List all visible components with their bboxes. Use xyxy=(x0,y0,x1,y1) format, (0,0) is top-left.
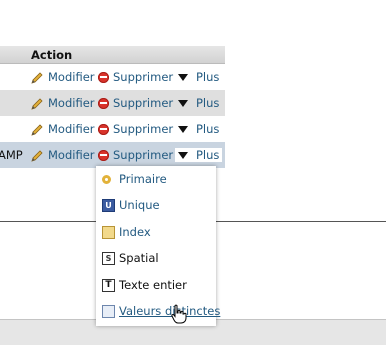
index-icon xyxy=(102,225,115,239)
table-row: Modifier Supprimer Plus xyxy=(0,64,225,90)
modify-label: Modifier xyxy=(48,122,95,136)
modify-label: Modifier xyxy=(48,148,95,162)
menu-item-label: Index xyxy=(119,225,151,239)
menu-item-fulltext[interactable]: T Texte entier xyxy=(102,278,187,292)
pencil-icon xyxy=(31,123,43,136)
table-header: Action xyxy=(0,46,225,64)
more-dropdown[interactable]: Plus xyxy=(175,148,223,162)
modify-link[interactable]: Modifier xyxy=(31,122,95,136)
pencil-icon xyxy=(31,97,43,110)
delete-link[interactable]: Supprimer xyxy=(98,122,173,136)
delete-link[interactable]: Supprimer xyxy=(98,96,173,110)
menu-item-spatial[interactable]: S Spatial xyxy=(102,251,159,265)
modify-label: Modifier xyxy=(48,96,95,110)
more-label: Plus xyxy=(196,96,220,110)
more-label: Plus xyxy=(196,122,220,136)
delete-label: Supprimer xyxy=(113,122,174,136)
table-row: Modifier Supprimer Plus xyxy=(0,116,225,142)
delete-icon xyxy=(98,149,109,161)
key-icon xyxy=(102,174,111,184)
pencil-icon xyxy=(31,71,43,84)
fulltext-icon: T xyxy=(102,278,115,292)
delete-icon xyxy=(98,123,109,135)
more-dropdown[interactable]: Plus xyxy=(178,122,219,136)
menu-item-label: Spatial xyxy=(119,251,159,265)
menu-item-primary[interactable]: Primaire xyxy=(102,172,167,186)
modify-link[interactable]: Modifier xyxy=(31,70,95,84)
pencil-icon xyxy=(31,149,43,162)
distinct-values-icon xyxy=(102,304,115,318)
menu-item-label: Texte entier xyxy=(119,278,187,292)
menu-item-distinct-values[interactable]: Valeurs distinctes xyxy=(102,304,220,318)
delete-label: Supprimer xyxy=(113,148,174,162)
menu-item-label: Primaire xyxy=(119,172,167,186)
more-label: Plus xyxy=(196,70,220,84)
delete-link[interactable]: Supprimer xyxy=(98,148,173,162)
modify-label: Modifier xyxy=(48,70,95,84)
dropdown-arrow-icon xyxy=(178,73,188,81)
table-row: Modifier Supprimer Plus xyxy=(0,90,225,116)
spatial-icon: S xyxy=(102,251,115,265)
modify-link[interactable]: Modifier xyxy=(31,148,95,162)
menu-item-label: Unique xyxy=(119,198,160,212)
menu-item-index[interactable]: Index xyxy=(102,225,151,239)
delete-label: Supprimer xyxy=(113,70,174,84)
delete-label: Supprimer xyxy=(113,96,174,110)
row-lead-text: AMP xyxy=(0,148,23,162)
delete-icon xyxy=(98,97,109,109)
more-dropdown[interactable]: Plus xyxy=(178,70,219,84)
more-label: Plus xyxy=(196,148,220,162)
dropdown-arrow-icon xyxy=(178,125,188,133)
modify-link[interactable]: Modifier xyxy=(31,96,95,110)
dropdown-arrow-icon xyxy=(178,99,188,107)
dropdown-arrow-icon xyxy=(178,151,188,159)
unique-icon: U xyxy=(102,198,115,212)
more-dropdown[interactable]: Plus xyxy=(178,96,219,110)
more-menu: Primaire U Unique Index S Spatial T Text… xyxy=(96,166,220,326)
table-row: AMP Modifier Supprimer Plus xyxy=(0,142,225,168)
menu-item-unique[interactable]: U Unique xyxy=(102,198,160,212)
delete-icon xyxy=(98,71,109,83)
action-column-header: Action xyxy=(31,48,73,62)
hand-cursor-icon xyxy=(171,304,187,324)
delete-link[interactable]: Supprimer xyxy=(98,70,173,84)
